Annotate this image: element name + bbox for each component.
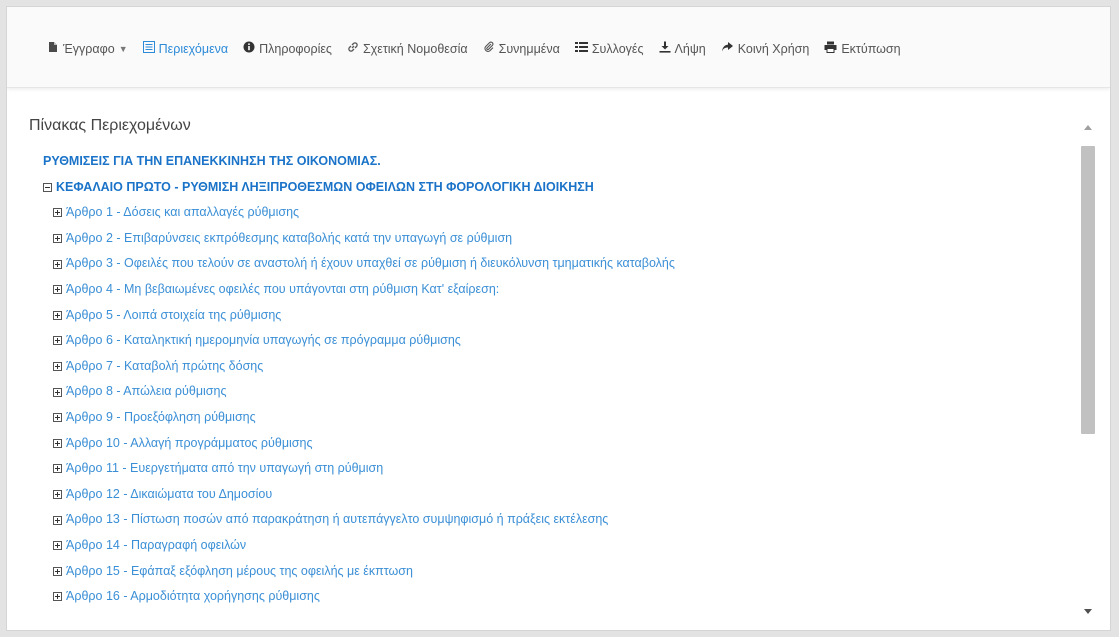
toc-article-link[interactable]: Άρθρο 6 - Καταληκτική ημερομηνία υπαγωγή… (29, 328, 1089, 354)
chevron-down-icon: ▼ (118, 43, 128, 54)
toc-article-link[interactable]: Άρθρο 5 - Λοιπά στοιχεία της ρύθμισης (29, 303, 1089, 329)
toc-article-link[interactable]: Άρθρο 1 - Δόσεις και απαλλαγές ρύθμισης (29, 200, 1089, 226)
expand-icon[interactable] (53, 464, 62, 474)
tab-related-legislation[interactable]: Σχετική Νομοθεσία (347, 41, 468, 56)
toc-article-link[interactable]: Άρθρο 11 - Ευεργετήματα από την υπαγωγή … (29, 456, 1089, 482)
tab-label: Σχετική Νομοθεσία (362, 41, 468, 56)
toc-article-label: Άρθρο 2 - Επιβαρύνσεις εκπρόθεσμης καταβ… (66, 230, 513, 245)
toc-chapter-label: ΚΕΦΑΛΑΙΟ ΠΡΩΤΟ - ΡΥΘΜΙΣΗ ΛΗΞΙΠΡΟΘΕΣΜΩΝ Ο… (56, 179, 594, 194)
toc-article-label: Άρθρο 4 - Μη βεβαιωμένες οφειλές που υπά… (66, 281, 500, 296)
toc-article-label: Άρθρο 14 - Παραγραφή οφειλών (66, 537, 247, 552)
toc-scrollbar[interactable] (1079, 120, 1097, 618)
expand-icon[interactable] (53, 490, 62, 500)
expand-icon[interactable] (53, 336, 62, 346)
expand-icon[interactable] (53, 438, 62, 448)
expand-icon[interactable] (53, 259, 62, 269)
link-icon (347, 41, 363, 56)
tab-label: Έγγραφο (63, 41, 115, 56)
expand-icon[interactable] (53, 234, 62, 244)
expand-icon[interactable] (53, 413, 62, 423)
tab-contents[interactable]: Περιεχόμενα (142, 41, 229, 56)
expand-icon[interactable] (53, 362, 62, 372)
toc-article-link[interactable]: Άρθρο 2 - Επιβαρύνσεις εκπρόθεσμης καταβ… (29, 226, 1089, 252)
collection-icon (574, 41, 592, 56)
toc-article-label: Άρθρο 10 - Αλλαγή προγράμματος ρύθμισης (66, 435, 313, 450)
tab-label: Εκτύπωση (841, 41, 901, 56)
toc-article-label: Άρθρο 16 - Αρμοδιότητα χορήγησης ρύθμιση… (66, 589, 320, 604)
tab-print[interactable]: Εκτύπωση (824, 41, 901, 56)
toc-root-link[interactable]: ΡΥΘΜΙΣΕΙΣ ΓΙΑ ΤΗΝ ΕΠΑΝΕΚΚΙΝΗΣΗ ΤΗΣ ΟΙΚΟΝ… (29, 149, 1089, 175)
collapse-icon[interactable] (43, 182, 52, 192)
toc-heading: Πίνακας Περιεχομένων (29, 117, 191, 134)
document-icon (47, 41, 63, 56)
toc-chapter-link[interactable]: ΚΕΦΑΛΑΙΟ ΠΡΩΤΟ - ΡΥΘΜΙΣΗ ΛΗΞΙΠΡΟΘΕΣΜΩΝ Ο… (29, 175, 1089, 201)
toc-article-label: Άρθρο 13 - Πίστωση ποσών από παρακράτηση… (66, 512, 609, 527)
toc-article-label: Άρθρο 1 - Δόσεις και απαλλαγές ρύθμισης (66, 205, 300, 220)
toc-article-link[interactable]: Άρθρο 10 - Αλλαγή προγράμματος ρύθμισης (29, 431, 1089, 457)
expand-icon[interactable] (53, 592, 62, 602)
toolbar-tabs: Έγγραφο ▼ Περιεχόμενα Πληροφορίες Σχετικ… (47, 41, 916, 56)
tab-collections[interactable]: Συλλογές (574, 41, 644, 56)
tab-label: Περιεχόμενα (158, 41, 229, 56)
document-toolbar: Έγγραφο ▼ Περιεχόμενα Πληροφορίες Σχετικ… (7, 7, 1110, 88)
expand-icon[interactable] (53, 310, 62, 320)
toc-article-label: Άρθρο 6 - Καταληκτική ημερομηνία υπαγωγή… (66, 333, 461, 348)
download-icon (659, 41, 675, 56)
toc-article-label: Άρθρο 3 - Οφειλές που τελούν σε αναστολή… (66, 256, 675, 271)
tab-label: Λήψη (674, 41, 706, 56)
table-of-contents: Πίνακας Περιεχομένων ΡΥΘΜΙΣΕΙΣ ΓΙΑ ΤΗΝ Ε… (29, 115, 1089, 620)
toc-article-link[interactable]: Άρθρο 14 - Παραγραφή οφειλών (29, 533, 1089, 559)
toc-article-label: Άρθρο 12 - Δικαιώματα του Δημοσίου (66, 486, 273, 501)
tab-information[interactable]: Πληροφορίες (243, 41, 332, 56)
toc-article-label: Άρθρο 8 - Απώλεια ρύθμισης (66, 384, 227, 399)
toc-article-label: Άρθρο 11 - Ευεργετήματα από την υπαγωγή … (66, 461, 384, 476)
toc-article-link[interactable]: Άρθρο 9 - Προεξόφληση ρύθμισης (29, 405, 1089, 431)
toc-article-link[interactable]: Άρθρο 7 - Καταβολή πρώτης δόσης (29, 354, 1089, 380)
expand-icon[interactable] (53, 541, 62, 551)
toc-article-link[interactable]: Άρθρο 16 - Αρμοδιότητα χορήγησης ρύθμιση… (29, 584, 1089, 610)
tab-document[interactable]: Έγγραφο ▼ (47, 41, 128, 56)
expand-icon[interactable] (53, 285, 62, 295)
tab-attachments[interactable]: Συνημμένα (483, 41, 560, 56)
toc-article-label: Άρθρο 7 - Καταβολή πρώτης δόσης (66, 358, 264, 373)
expand-icon[interactable] (53, 387, 62, 397)
info-icon (243, 41, 259, 56)
share-icon (721, 41, 738, 56)
tab-label: Κοινή Χρήση (737, 41, 810, 56)
tab-share[interactable]: Κοινή Χρήση (721, 41, 810, 56)
toc-article-link[interactable]: Άρθρο 3 - Οφειλές που τελούν σε αναστολή… (29, 251, 1089, 277)
toc-article-link[interactable]: Άρθρο 4 - Μη βεβαιωμένες οφειλές που υπά… (29, 277, 1089, 303)
tab-label: Συνημμένα (498, 41, 560, 56)
toc-article-link[interactable]: Άρθρο 12 - Δικαιώματα του Δημοσίου (29, 482, 1089, 508)
scroll-down-arrow-icon[interactable] (1079, 604, 1097, 618)
document-viewer: Έγγραφο ▼ Περιεχόμενα Πληροφορίες Σχετικ… (6, 6, 1111, 631)
toc-article-label: Άρθρο 5 - Λοιπά στοιχεία της ρύθμισης (66, 307, 282, 322)
paperclip-icon (483, 41, 499, 56)
tab-label: Πληροφορίες (259, 41, 332, 56)
tab-label: Συλλογές (591, 41, 644, 56)
expand-icon[interactable] (53, 515, 62, 525)
print-icon (824, 41, 841, 56)
toc-article-link[interactable]: Άρθρο 13 - Πίστωση ποσών από παρακράτηση… (29, 507, 1089, 533)
list-icon (142, 41, 159, 56)
toc-article-link[interactable]: Άρθρο 8 - Απώλεια ρύθμισης (29, 379, 1089, 405)
scroll-up-arrow-icon[interactable] (1079, 120, 1097, 134)
toc-article-link[interactable]: Άρθρο 15 - Εφάπαξ εξόφληση μέρους της οφ… (29, 559, 1089, 585)
scrollbar-thumb[interactable] (1081, 146, 1095, 434)
toc-article-label: Άρθρο 9 - Προεξόφληση ρύθμισης (66, 409, 256, 424)
tab-download[interactable]: Λήψη (659, 41, 706, 56)
expand-icon[interactable] (53, 566, 62, 576)
toc-list: ΡΥΘΜΙΣΕΙΣ ΓΙΑ ΤΗΝ ΕΠΑΝΕΚΚΙΝΗΣΗ ΤΗΣ ΟΙΚΟΝ… (29, 149, 1089, 610)
expand-icon[interactable] (53, 208, 62, 218)
toc-article-label: Άρθρο 15 - Εφάπαξ εξόφληση μέρους της οφ… (66, 563, 413, 578)
